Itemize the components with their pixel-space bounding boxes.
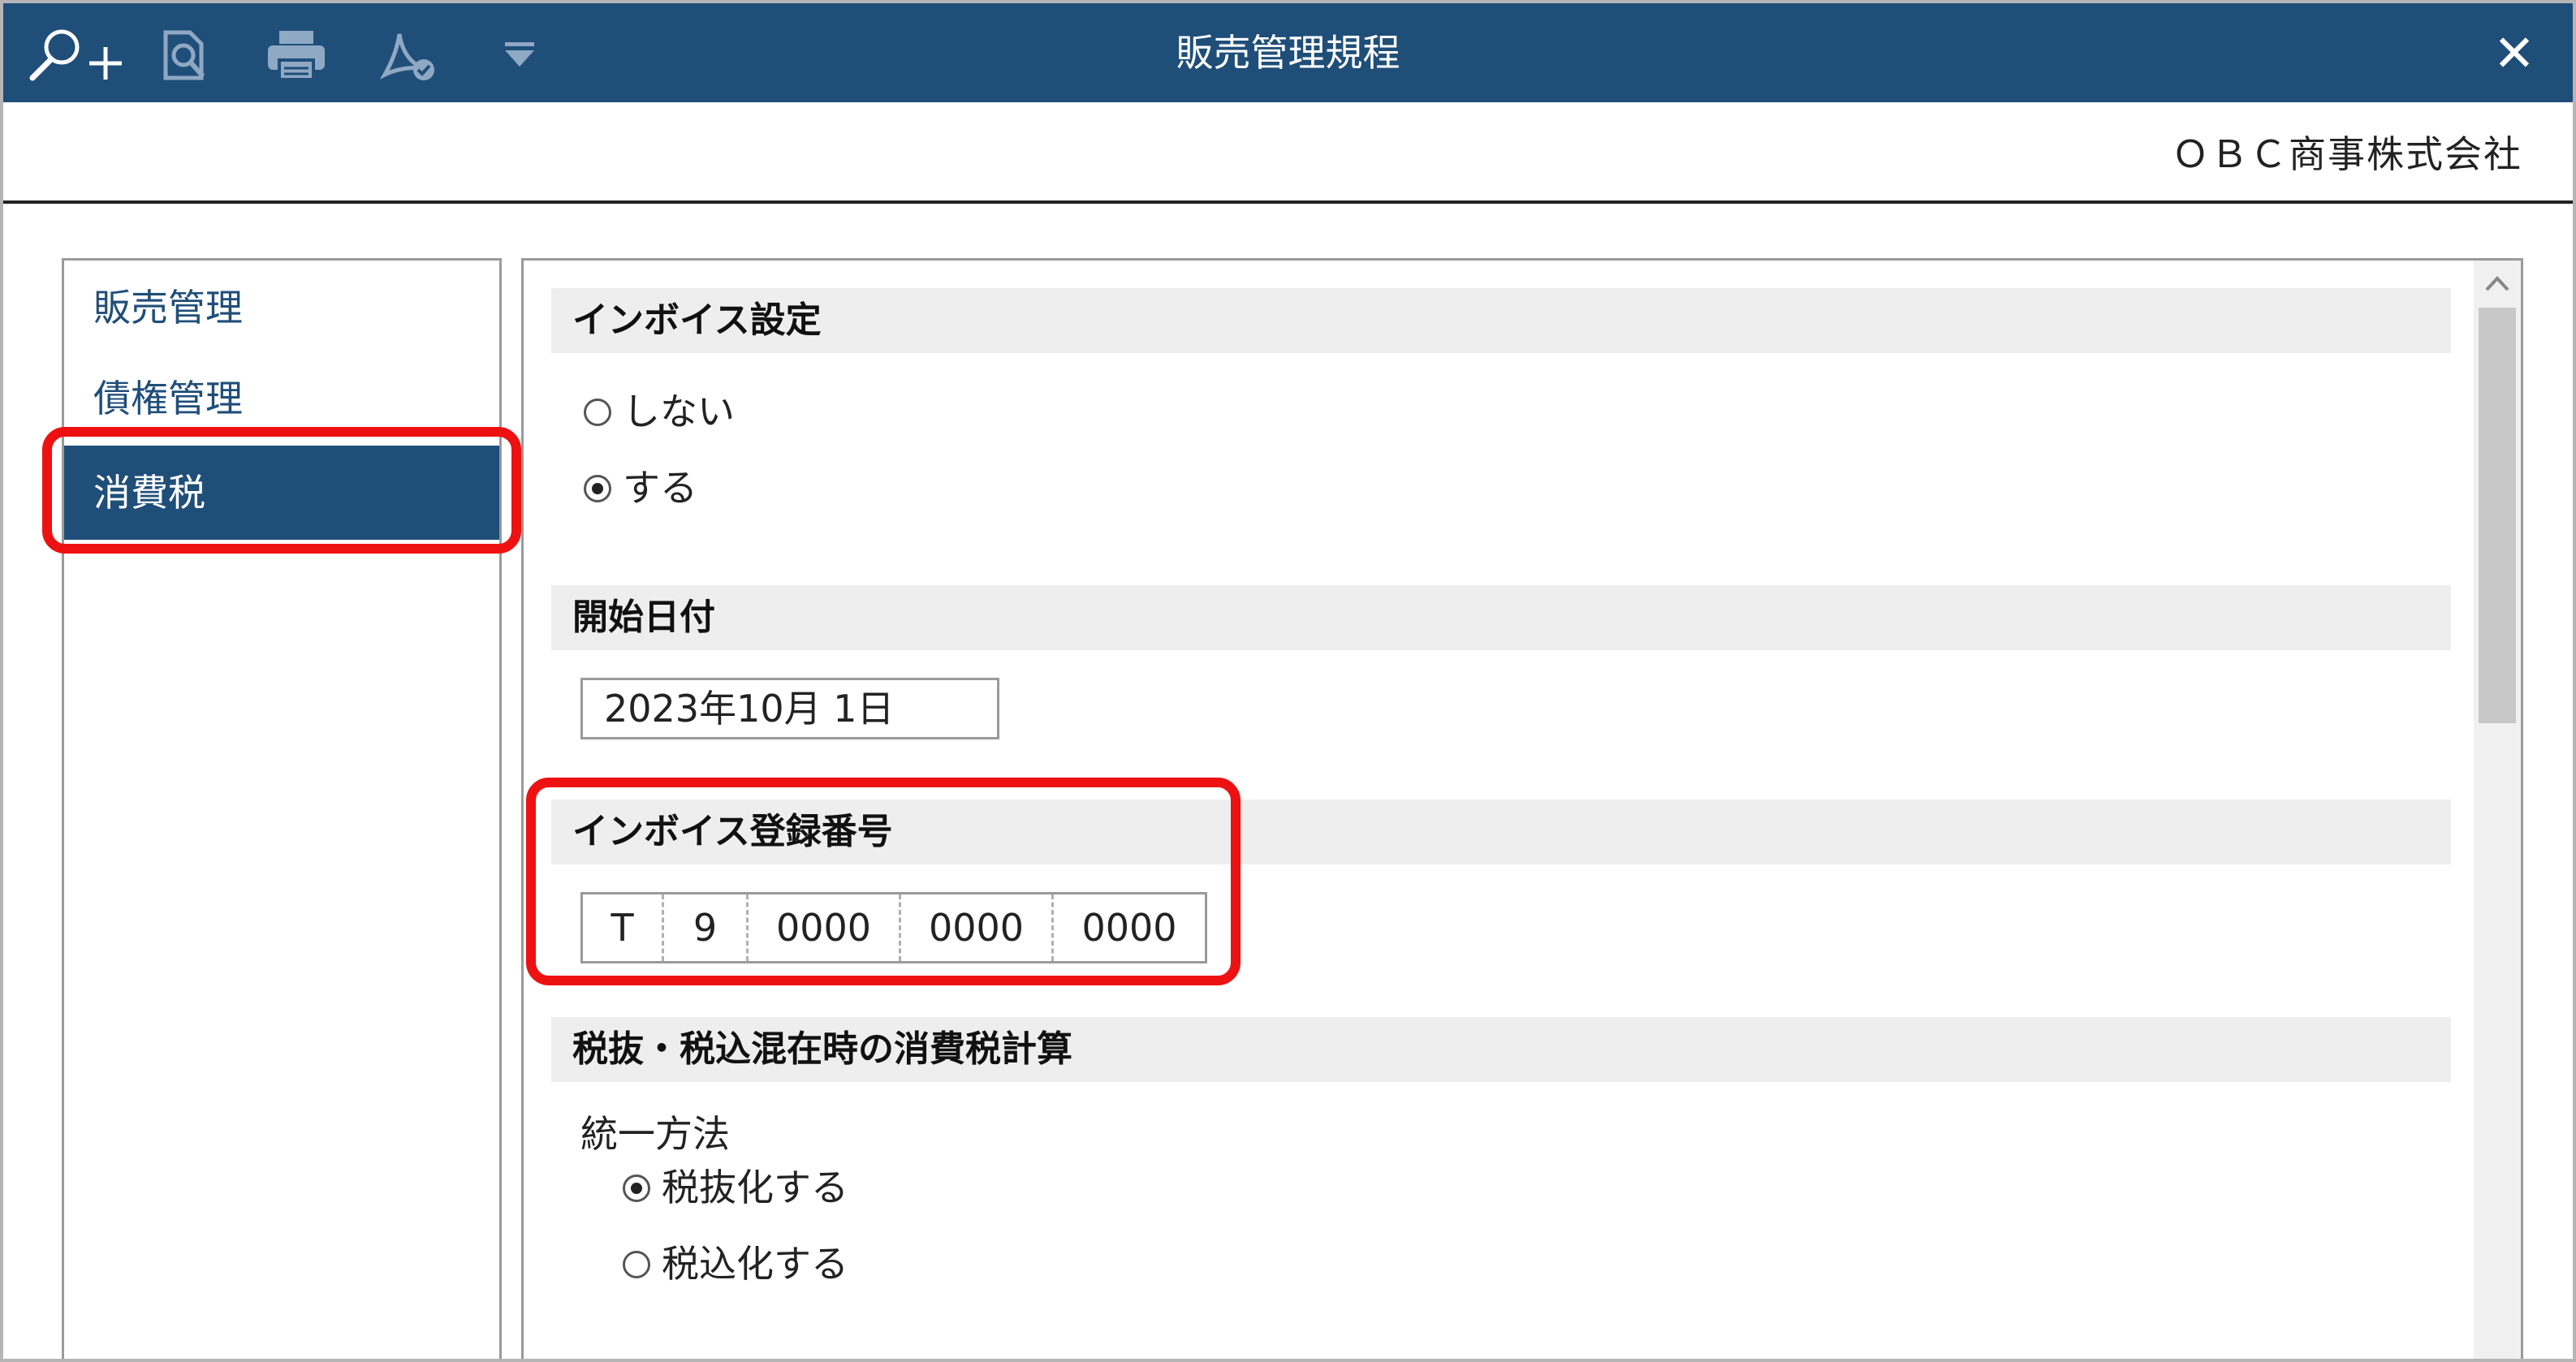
registration-segment-3[interactable]: 0000 bbox=[901, 894, 1054, 961]
scrollbar-thumb[interactable] bbox=[2479, 308, 2516, 723]
dialog-window: 販売管理規程 ✕ ＯＢＣ商事株式会社 販売管理 債権管理 消費税 インボイス設定… bbox=[0, 0, 2576, 1362]
registration-segment-4[interactable]: 0000 bbox=[1054, 894, 1205, 961]
radio-button[interactable] bbox=[584, 474, 611, 502]
sidebar-item-consumption-tax[interactable]: 消費税 bbox=[64, 446, 499, 540]
radio-tax-exclusive[interactable]: 税抜化する bbox=[623, 1163, 848, 1212]
sidebar-item-receivables[interactable]: 債権管理 bbox=[64, 351, 499, 446]
close-button[interactable]: ✕ bbox=[2487, 26, 2542, 81]
section-heading-invoice-setting: インボイス設定 bbox=[551, 288, 2451, 353]
radio-tax-inclusive[interactable]: 税込化する bbox=[623, 1239, 848, 1288]
radio-invoice-on[interactable]: する bbox=[584, 463, 697, 512]
company-name: ＯＢＣ商事株式会社 bbox=[2172, 132, 2522, 176]
radio-invoice-off[interactable]: しない bbox=[584, 387, 735, 436]
section-heading-start-date: 開始日付 bbox=[551, 585, 2451, 650]
radio-label: 税込化する bbox=[662, 1242, 848, 1286]
header-divider bbox=[3, 200, 2573, 204]
radio-label: する bbox=[623, 466, 697, 510]
radio-button[interactable] bbox=[584, 398, 611, 426]
title-bar: 販売管理規程 ✕ bbox=[3, 3, 2573, 102]
section-heading-registration-number: インボイス登録番号 bbox=[551, 800, 2451, 864]
window-title: 販売管理規程 bbox=[1176, 31, 1400, 75]
registration-number-field[interactable]: T 9 0000 0000 0000 bbox=[580, 892, 1207, 963]
registration-prefix[interactable]: T bbox=[583, 894, 664, 961]
registration-segment-1[interactable]: 9 bbox=[664, 894, 749, 961]
radio-label: しない bbox=[623, 390, 735, 433]
chevron-up-icon[interactable] bbox=[2474, 261, 2521, 308]
settings-panel: インボイス設定 しない する 開始日付 2023年10月 1日 インボイス登録番… bbox=[521, 258, 2523, 1359]
radio-button[interactable] bbox=[623, 1250, 650, 1278]
vertical-scrollbar[interactable] bbox=[2474, 261, 2521, 1359]
radio-label: 税抜化する bbox=[662, 1166, 848, 1209]
sidebar: 販売管理 債権管理 消費税 bbox=[62, 258, 502, 1359]
start-date-field[interactable]: 2023年10月 1日 bbox=[580, 678, 999, 739]
unify-method-label: 統一方法 bbox=[580, 1112, 730, 1156]
section-heading-mixed-tax-calc: 税抜・税込混在時の消費税計算 bbox=[551, 1017, 2451, 1082]
sidebar-item-sales[interactable]: 販売管理 bbox=[64, 261, 499, 355]
radio-button[interactable] bbox=[623, 1174, 650, 1202]
registration-segment-2[interactable]: 0000 bbox=[749, 894, 901, 961]
